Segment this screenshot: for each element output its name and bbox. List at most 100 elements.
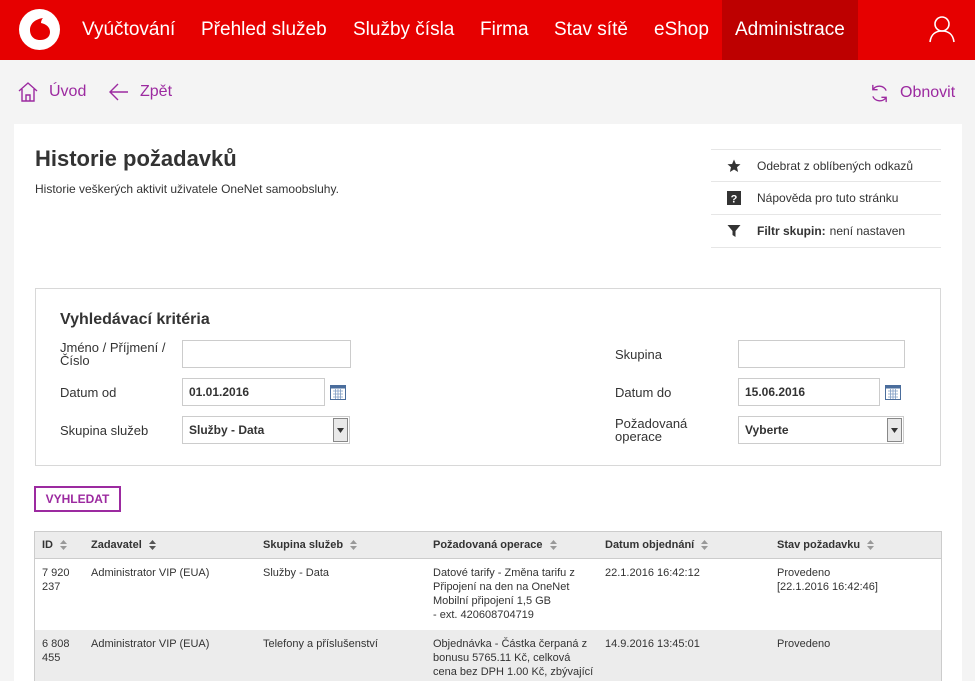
cell-service-group: Služby - Data <box>263 567 330 579</box>
home-link[interactable]: Úvod <box>17 80 86 104</box>
column-header-label: Požadovaná operace <box>433 539 543 551</box>
nav-item-number-services[interactable]: Služby čísla <box>340 0 467 60</box>
date-from-label: Datum od <box>60 385 117 400</box>
refresh-link-label: Obnovit <box>900 84 956 101</box>
back-link[interactable]: Zpět <box>108 80 172 104</box>
table-row[interactable]: 7 920 237 Administrator VIP (EUA) Služby… <box>35 559 941 630</box>
page-help-label: Nápověda pro tuto stránku <box>757 191 899 205</box>
operation-selected-value: Vyberte <box>745 423 789 437</box>
column-header-label: ID <box>42 539 53 551</box>
operation-label: Požadovaná operace <box>615 417 687 443</box>
svg-text:?: ? <box>731 194 738 206</box>
name-input[interactable] <box>182 340 351 368</box>
cell-status: Provedeno <box>777 638 831 650</box>
group-filter-link[interactable]: Filtr skupin: není nastaven <box>711 215 941 248</box>
search-criteria-panel: Vyhledávací kritéria Jméno / Příjmení / … <box>35 288 941 466</box>
table-header: ID Zadavatel Skupina služeb Požadovaná o… <box>35 532 941 559</box>
calendar-icon[interactable] <box>330 384 346 400</box>
home-icon <box>18 82 38 102</box>
column-header-order-date[interactable]: Datum objednání <box>605 532 709 559</box>
cell-submitter: Administrator VIP (EUA) <box>91 638 210 650</box>
cell-order-date: 22.1.2016 16:42:12 <box>605 567 700 579</box>
cell-operation: Objednávka - Částka čerpaná z bonusu 576… <box>433 637 593 679</box>
operation-select[interactable]: Vyberte <box>738 416 904 444</box>
group-filter-value: není nastaven <box>829 224 906 238</box>
sort-icon <box>350 540 358 551</box>
dropdown-arrow-icon[interactable] <box>333 418 348 442</box>
arrow-left-icon <box>109 83 128 101</box>
search-button[interactable]: VYHLEDAT <box>34 486 121 512</box>
sort-icon <box>701 540 709 551</box>
cell-order-date: 14.9.2016 13:45:01 <box>605 638 700 650</box>
column-header-label: Stav požadavku <box>777 539 861 551</box>
sort-icon <box>148 540 156 551</box>
sort-icon <box>867 540 875 551</box>
refresh-link[interactable]: Obnovit <box>869 81 955 105</box>
main-card: Historie požadavků Historie veškerých ak… <box>14 124 962 681</box>
nav-item-services-overview[interactable]: Přehled služeb <box>188 0 340 60</box>
column-header-label: Skupina služeb <box>263 539 344 551</box>
cell-id-line: 6 808 <box>42 638 70 650</box>
remove-favorite-label: Odebrat z oblíbených odkazů <box>757 158 914 173</box>
cell-service-group: Telefony a příslušenství <box>263 638 378 650</box>
cell-status-line: [22.1.2016 16:42:46] <box>777 581 878 593</box>
cell-operation-line: bonusu 5765.11 Kč, celková <box>433 652 571 664</box>
calendar-icon[interactable] <box>885 384 901 400</box>
cell-status-line: Provedeno <box>777 567 831 579</box>
name-field-label-line-2: Číslo <box>60 353 90 368</box>
cell-id: 7 920 237 <box>42 566 70 594</box>
sort-icon <box>549 540 557 551</box>
group-filter-label: Filtr skupin: <box>757 224 826 238</box>
column-header-submitter[interactable]: Zadavatel <box>91 532 156 559</box>
cell-operation: Datové tarify - Změna tarifu z Připojení… <box>433 566 575 622</box>
cell-id-line: 7 920 <box>42 567 70 579</box>
vodafone-logo-icon <box>30 18 50 40</box>
dropdown-arrow-icon[interactable] <box>887 418 902 442</box>
page-subtitle: Historie veškerých aktivit uživatele One… <box>35 182 339 196</box>
home-link-label: Úvod <box>49 83 87 100</box>
page-help-link[interactable]: ? Nápověda pro tuto stránku <box>711 182 941 215</box>
column-header-id[interactable]: ID <box>42 532 68 559</box>
requests-table: ID Zadavatel Skupina služeb Požadovaná o… <box>34 531 942 681</box>
column-header-label: Zadavatel <box>91 539 142 551</box>
cell-submitter: Administrator VIP (EUA) <box>91 567 210 579</box>
name-field-label: Jméno / Příjmení / Číslo <box>60 341 165 367</box>
date-to-input[interactable] <box>738 378 880 406</box>
refresh-icon <box>872 84 887 102</box>
nav-item-company[interactable]: Firma <box>467 0 542 60</box>
cell-operation-line: Objednávka - Částka čerpaná z <box>433 638 588 650</box>
nav-item-administration[interactable]: Administrace <box>722 0 858 60</box>
date-from-input[interactable] <box>182 378 325 406</box>
search-criteria-title: Vyhledávací kritéria <box>60 311 210 328</box>
back-link-label: Zpět <box>140 83 173 100</box>
column-header-operation[interactable]: Požadovaná operace <box>433 532 557 559</box>
nav-item-network-status[interactable]: Stav sítě <box>541 0 641 60</box>
star-icon <box>727 159 741 173</box>
cell-status: Provedeno [22.1.2016 16:42:46] <box>777 566 878 594</box>
cell-operation-line: Připojení na den na OneNet <box>433 581 570 593</box>
cell-operation-line: cena bez DPH 1.00 Kč, zbývající <box>433 666 594 678</box>
group-input[interactable] <box>738 340 905 368</box>
nav-item-billing[interactable]: Vyúčtování <box>69 0 188 60</box>
vodafone-logo[interactable] <box>19 9 60 50</box>
column-header-service-group[interactable]: Skupina služeb <box>263 532 358 559</box>
help-icon: ? <box>727 191 741 205</box>
column-header-label: Datum objednání <box>605 539 695 551</box>
cell-id-line: 237 <box>42 581 61 593</box>
group-field-label: Skupina <box>615 347 662 362</box>
cell-operation-line: - ext. 420608704719 <box>433 609 534 621</box>
top-navigation-bar: Vyúčtování Přehled služeb Služby čísla F… <box>0 0 975 60</box>
filter-icon <box>727 224 741 238</box>
cell-id: 6 808 455 <box>42 637 70 665</box>
user-icon[interactable] <box>929 15 955 43</box>
nav-item-eshop[interactable]: eShop <box>641 0 722 60</box>
date-to-label: Datum do <box>615 385 672 400</box>
remove-favorite-link[interactable]: Odebrat z oblíbených odkazů <box>711 149 941 182</box>
service-group-select[interactable]: Služby - Data <box>182 416 350 444</box>
operation-label-line-2: operace <box>615 429 662 444</box>
table-row[interactable]: 6 808 455 Administrator VIP (EUA) Telefo… <box>35 630 941 681</box>
sort-icon <box>60 540 68 551</box>
cell-operation-line: Datové tarify - Změna tarifu z <box>433 567 575 579</box>
column-header-status[interactable]: Stav požadavku <box>777 532 875 559</box>
service-group-selected-value: Služby - Data <box>189 423 265 437</box>
